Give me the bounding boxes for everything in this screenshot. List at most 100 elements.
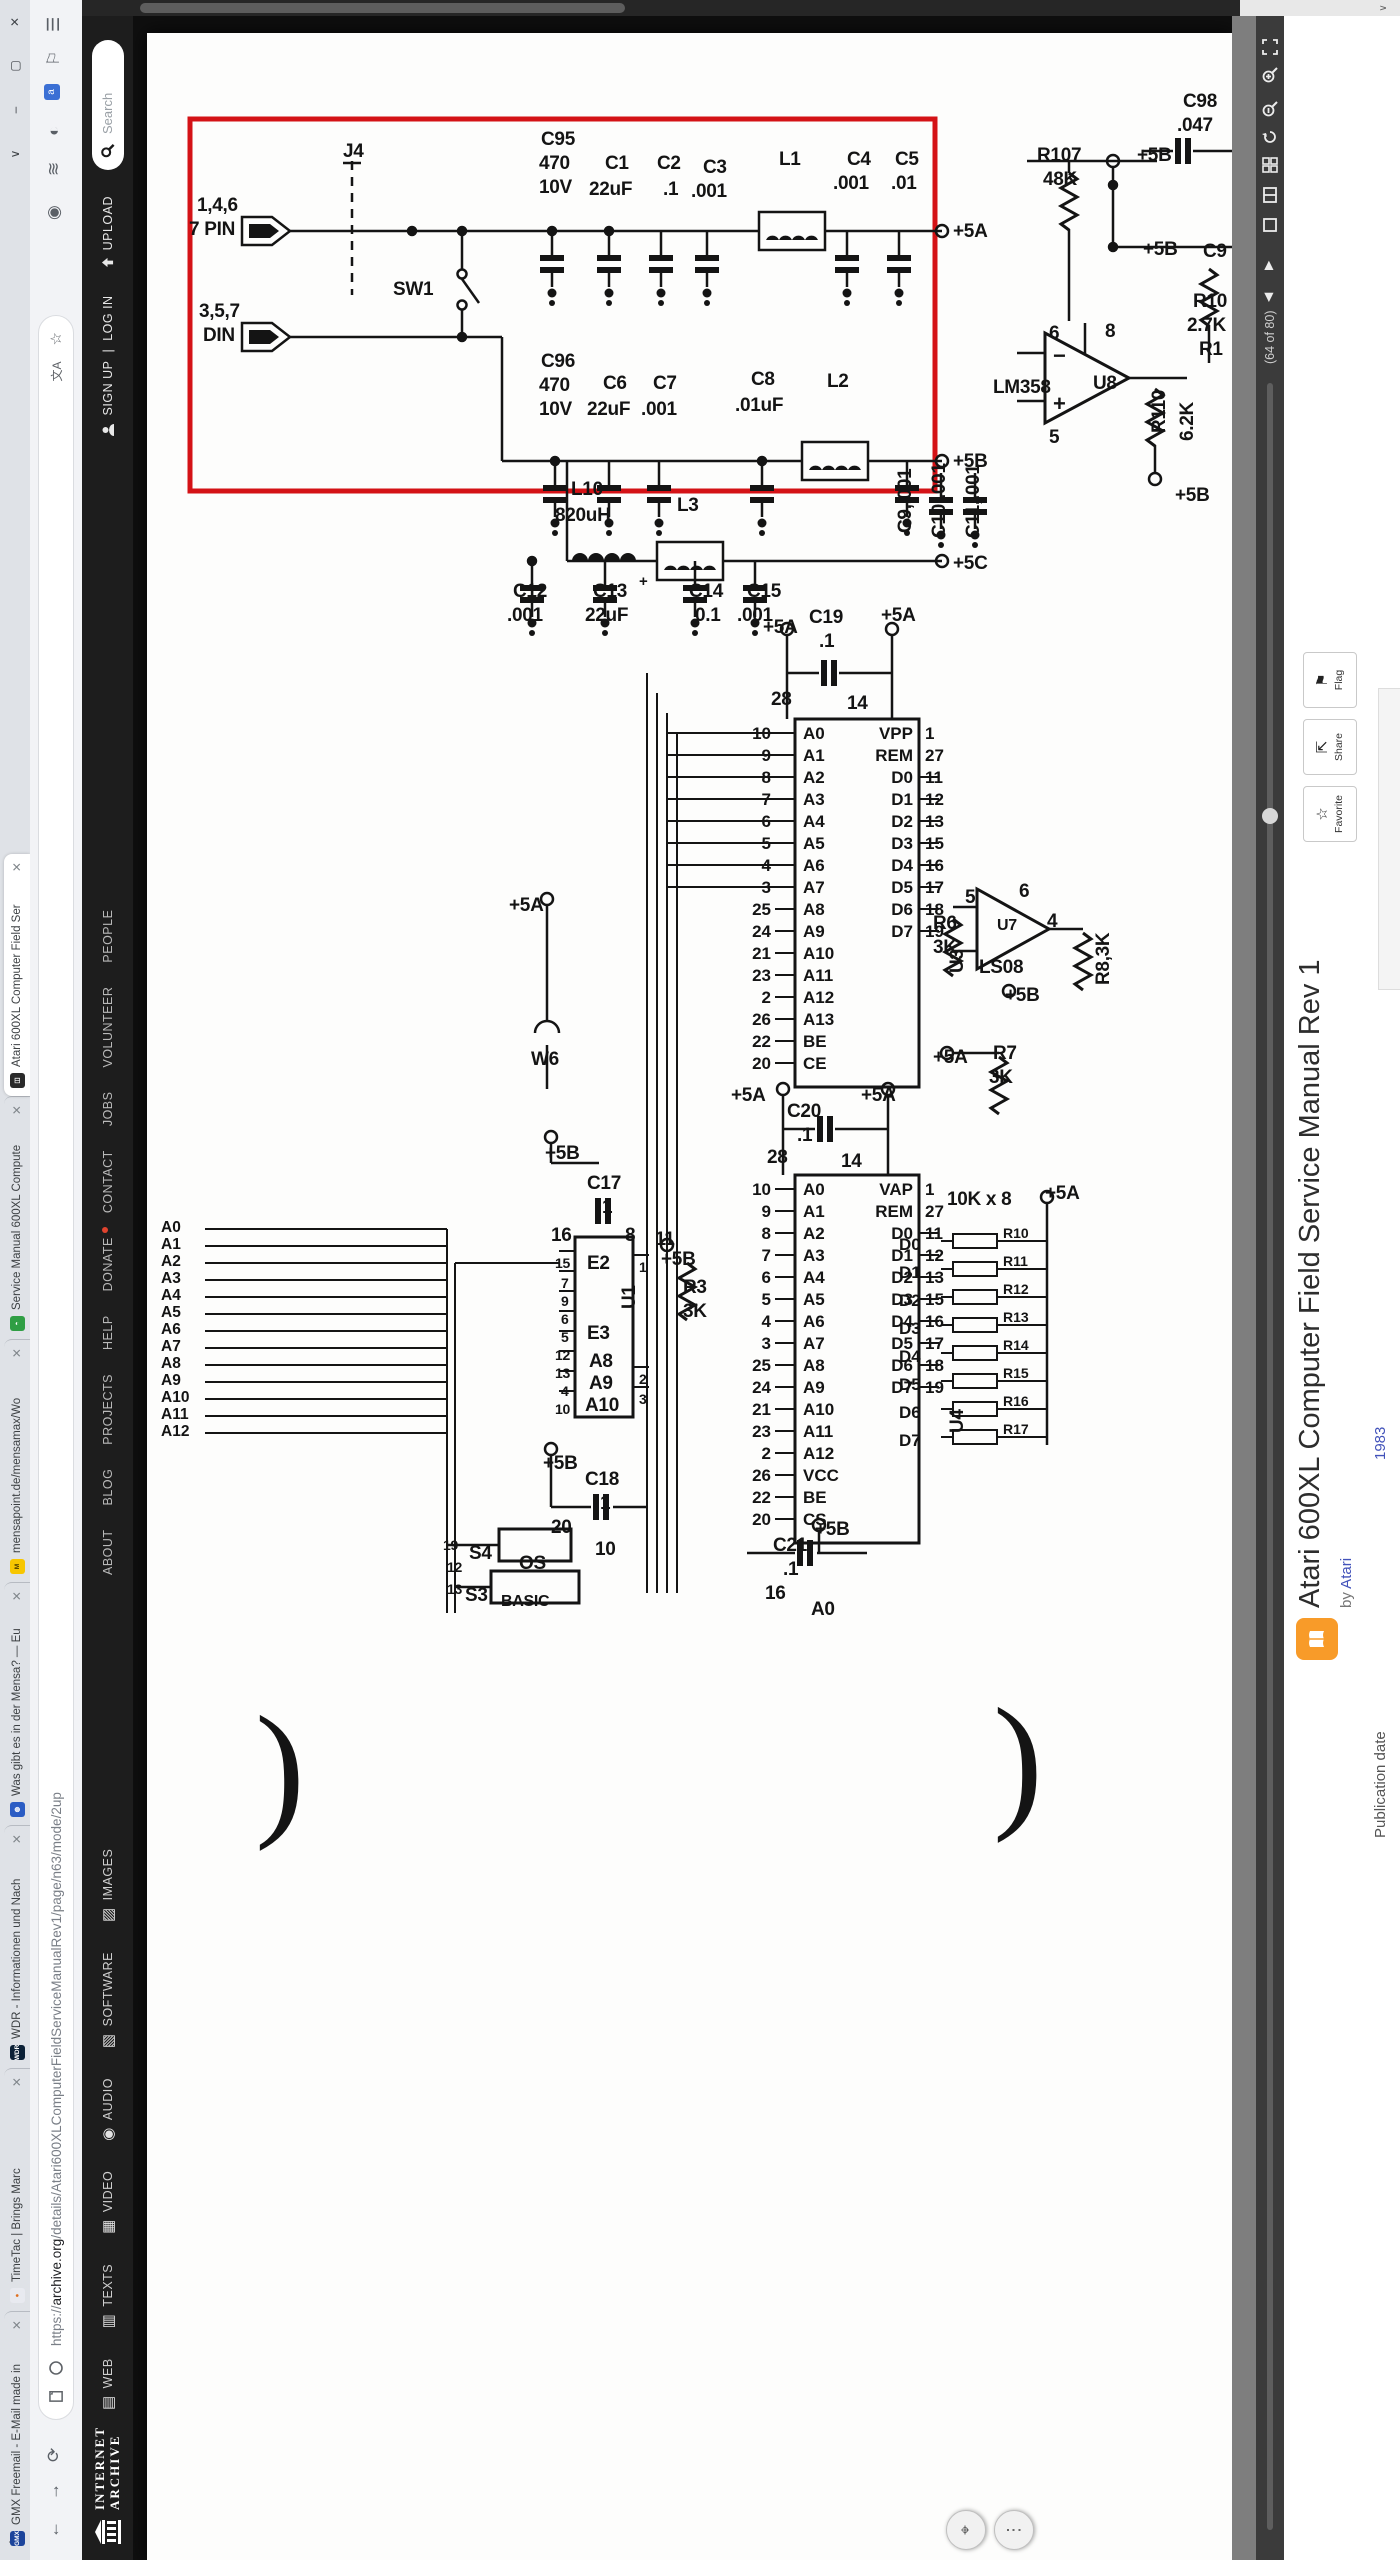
tab-close-icon[interactable]: ✕ xyxy=(10,2320,24,2332)
rotate-icon[interactable] xyxy=(1261,128,1279,146)
prev-page-icon[interactable]: ◀ xyxy=(1261,293,1275,302)
tab-title: Atari 600XL Computer Field Ser xyxy=(11,904,23,1067)
scrollbar-thumb[interactable] xyxy=(140,3,625,13)
one-page-icon[interactable] xyxy=(1261,216,1279,234)
schematic-label: 11 xyxy=(655,1229,675,1250)
tab-close-icon[interactable]: ✕ xyxy=(10,1591,24,1603)
tab-favicon: M xyxy=(9,1559,25,1574)
schematic-label: +5A xyxy=(881,605,916,626)
header-nav-link[interactable]: ABOUT xyxy=(101,1529,115,1575)
floating-page-button[interactable]: ⋮ xyxy=(994,2510,1034,2550)
header-search[interactable] xyxy=(91,40,124,170)
media-tab[interactable]: ▦ VIDEO xyxy=(99,2171,117,2234)
zoom-in-icon[interactable] xyxy=(1261,66,1279,84)
browser-tab[interactable]: GMX GMX Freemail - E-Mail made in ✕ xyxy=(4,2311,30,2554)
author-link[interactable]: Atari xyxy=(1338,1558,1355,1589)
two-page-icon[interactable] xyxy=(1261,186,1279,204)
tab-close-icon[interactable]: ✕ xyxy=(10,1105,24,1117)
extension-image-icon[interactable]: a xyxy=(44,84,60,100)
url-text[interactable]: https://archive.org/details/Atari600XLCo… xyxy=(49,397,64,2346)
internet-archive-logo-icon[interactable] xyxy=(94,2518,122,2546)
page-slider-handle[interactable] xyxy=(1262,808,1278,824)
schematic-label: 0.1 xyxy=(695,605,721,626)
upload-link[interactable]: UPLOAD xyxy=(101,196,115,269)
action-button[interactable]: ☆ Favorite xyxy=(1303,786,1357,842)
publication-date-value[interactable]: 1983 xyxy=(1372,1427,1389,1460)
schematic-label: C3 xyxy=(703,157,727,178)
url-bar[interactable]: https://archive.org/details/Atari600XLCo… xyxy=(38,315,74,2420)
media-tab[interactable]: ▧ SOFTWARE xyxy=(99,1952,117,2048)
header-nav-link[interactable]: BLOG xyxy=(101,1469,115,1506)
close-button[interactable]: ✕ xyxy=(8,0,22,44)
tab-title: mensapoint.de/mensamax/Wo xyxy=(11,1397,23,1553)
search-input[interactable] xyxy=(99,52,116,136)
zoom-out-icon[interactable] xyxy=(1261,100,1279,118)
schematic-label: 5 xyxy=(1049,427,1060,448)
page-slider-track[interactable] xyxy=(1267,383,1273,2530)
tab-close-icon[interactable]: ✕ xyxy=(10,1348,24,1360)
shield-permissions-icon[interactable] xyxy=(48,2360,64,2376)
scrollbar-down-arrow[interactable]: ∨ xyxy=(1378,0,1389,16)
schematic-label: + xyxy=(639,573,648,590)
header-nav-link[interactable]: HELP xyxy=(101,1315,115,1350)
signup-login-links[interactable]: SIGN UP | LOG IN xyxy=(101,295,115,437)
reload-icon[interactable]: ⟳ xyxy=(44,2448,64,2462)
header-nav-link[interactable]: PEOPLE xyxy=(101,910,115,963)
translate-icon[interactable]: 文A xyxy=(48,361,65,381)
media-tab[interactable]: ▤ WEB xyxy=(99,2358,117,2410)
bookreader-toolbar: (64 of 80) ◀ ▶ xyxy=(1256,0,1284,2560)
reader-gray-band xyxy=(1232,16,1256,2560)
media-tab-icon: ▦ xyxy=(99,2219,117,2234)
tab-close-icon[interactable]: ✕ xyxy=(10,1834,24,1846)
fullscreen-icon[interactable] xyxy=(1261,38,1279,56)
panel-toggle-icon[interactable]: ∨ xyxy=(8,132,22,176)
tab-close-icon[interactable]: ✕ xyxy=(10,862,24,874)
thumbnails-icon[interactable] xyxy=(1261,156,1279,174)
forward-icon[interactable]: → xyxy=(44,2483,64,2500)
header-nav-link[interactable]: PROJECTS xyxy=(101,1374,115,1445)
action-button[interactable]: ⚑ Flag xyxy=(1303,652,1357,708)
back-icon[interactable]: ← xyxy=(44,2521,64,2538)
header-nav-link[interactable]: DONATE xyxy=(101,1237,115,1291)
maximize-button[interactable]: ▢ xyxy=(8,44,22,88)
person-icon xyxy=(102,424,114,437)
tab-title: GMX Freemail - E-Mail made in xyxy=(11,2363,23,2525)
media-tab[interactable]: ▥ TEXTS xyxy=(99,2264,117,2328)
action-label: Favorite xyxy=(1333,795,1345,833)
media-tab[interactable]: ▨ IMAGES xyxy=(99,1849,117,1922)
media-tab[interactable]: ◉ AUDIO xyxy=(99,2078,117,2141)
internet-archive-logo-text[interactable]: INTERNET ARCHIVE xyxy=(92,2426,122,2510)
schematic-label: S4 xyxy=(469,1543,492,1564)
browser-tab[interactable]: M mensapoint.de/mensamax/Wo ✕ xyxy=(4,1339,30,1582)
tab-close-icon[interactable]: ✕ xyxy=(10,2077,24,2089)
darkreader-icon[interactable]: ◐ xyxy=(44,126,64,136)
browser-tab[interactable]: WDR WDR - Informationen und Nach ✕ xyxy=(4,1825,30,2068)
header-nav-link[interactable]: JOBS xyxy=(101,1092,115,1127)
media-tab-icon: ▤ xyxy=(99,2395,117,2410)
bookreader-theater: − + J4 1,4,6 7 PIN 3,5,7 DIN SW1 C95 470… xyxy=(133,0,1256,2560)
flag-extension-icon[interactable]: ⚐ xyxy=(44,51,64,66)
browser-tab[interactable]: ◍ Was gibt es in der Mensa? — Eu ✕ xyxy=(4,1582,30,1825)
page-info-icon[interactable] xyxy=(48,2388,64,2403)
schematic-label: R107 xyxy=(1037,145,1082,166)
item-byline: by Atari xyxy=(1338,1557,1355,1608)
bookmark-star-icon[interactable]: ☆ xyxy=(47,332,65,345)
browser-tab[interactable]: ◓ Service Manual 600XL Compute ✕ xyxy=(4,1096,30,1339)
scanned-page-container[interactable]: − + J4 1,4,6 7 PIN 3,5,7 DIN SW1 C95 470… xyxy=(147,33,1232,2560)
schematic-label: 12 xyxy=(447,1559,462,1575)
media-tab-label: AUDIO xyxy=(100,2078,115,2121)
schematic-label: L1 xyxy=(779,149,801,170)
floating-page-button[interactable]: ⌖ xyxy=(946,2510,986,2550)
schematic-label: U4 xyxy=(947,1409,968,1433)
action-button[interactable]: ⇱ Share xyxy=(1303,719,1357,775)
browser-tab[interactable]: ◫ Atari 600XL Computer Field Ser ✕ xyxy=(4,854,30,1096)
header-nav-link[interactable]: CONTACT xyxy=(101,1150,115,1213)
browser-scrollbar[interactable]: ∨ xyxy=(82,0,1400,16)
extension-lines-icon[interactable]: ≋ xyxy=(44,162,64,176)
header-nav-link[interactable]: VOLUNTEER xyxy=(101,987,115,1068)
menu-icon[interactable]: ☰ xyxy=(44,17,64,32)
next-page-icon[interactable]: ▶ xyxy=(1261,261,1275,270)
extension-play-icon[interactable]: ◉ xyxy=(44,205,64,220)
browser-tab[interactable]: ● TimeTac | Brings Marc ✕ xyxy=(4,2068,30,2311)
minimize-button[interactable]: – xyxy=(8,88,22,132)
